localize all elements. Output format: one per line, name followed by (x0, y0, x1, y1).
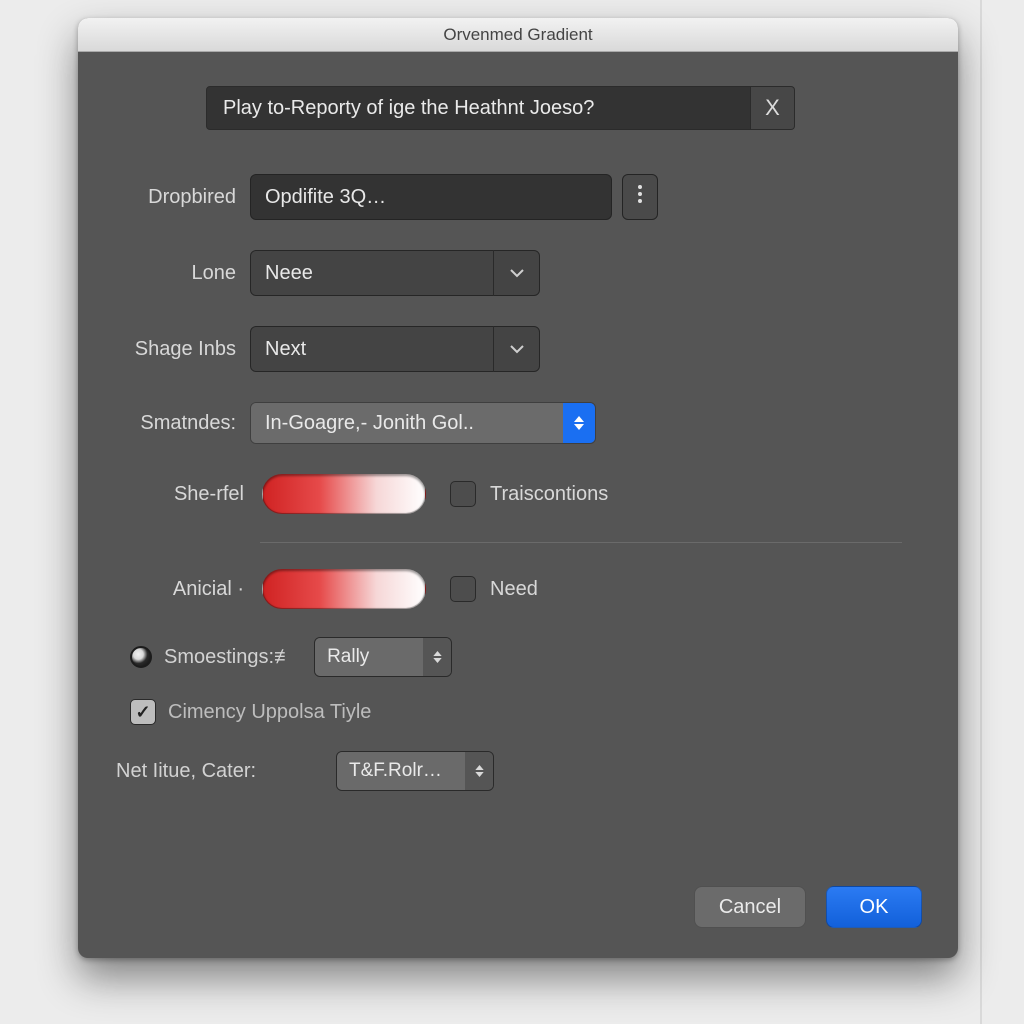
label-smatndes: Smatndes: (110, 412, 250, 435)
cancel-button[interactable]: Cancel (694, 886, 806, 928)
label-netlitue: Net Iitue, Cater: (116, 760, 316, 783)
label-need: Need (490, 578, 538, 601)
header-field[interactable]: Play to-Reporty of ige the Heathnt Joeso… (206, 86, 751, 130)
header-clear-button[interactable]: X (751, 86, 795, 130)
row-netlitue: Net Iitue, Cater: T&F.Rolr… (110, 751, 926, 791)
checkbox-cimency[interactable] (130, 699, 156, 725)
titlebar: Orvenmed Gradient (78, 18, 958, 52)
row-smatndes: Smatndes: In-Goagre,- Jonith Gol.. (110, 402, 926, 444)
checkbox-need[interactable] (450, 576, 476, 602)
row-anicial: Anicial · Need (110, 569, 926, 609)
label-sherfel: She-rfel (110, 483, 262, 506)
input-dropbired[interactable]: Opdifite 3Q… (250, 174, 612, 220)
radio-smoestings[interactable] (130, 646, 152, 668)
select-smoestings[interactable]: Rally (314, 637, 452, 677)
divider (260, 542, 902, 543)
row-lone: Lone Neee (110, 250, 926, 296)
label-dropbired: Dropbired (110, 186, 250, 209)
select-smatndes[interactable]: In-Goagre,- Jonith Gol.. (250, 402, 596, 444)
row-shage: Shage Inbs Next (110, 326, 926, 372)
dialog-footer: Cancel OK (694, 886, 922, 928)
select-smoestings-value: Rally (315, 638, 423, 676)
select-lone[interactable]: Neee (250, 250, 540, 296)
label-cimency: Cimency Uppolsa Tiyle (168, 701, 371, 724)
select-shage[interactable]: Next (250, 326, 540, 372)
dialog-window: Orvenmed Gradient Play to-Reporty of ige… (78, 18, 958, 958)
row-sherfel: She-rfel Traiscontions (110, 474, 926, 514)
row-dropbired: Dropbired Opdifite 3Q… (110, 174, 926, 220)
row-smoestings: Smoestings:≢ Rally (130, 637, 926, 677)
page-guide (980, 0, 982, 1024)
select-netlitue-value: T&F.Rolr… (337, 752, 465, 790)
dialog-body: Play to-Reporty of ige the Heathnt Joeso… (78, 52, 958, 958)
label-lone: Lone (110, 262, 250, 285)
checkbox-traiscontions[interactable] (450, 481, 476, 507)
stepper-icon[interactable] (563, 403, 595, 443)
dropbired-more-button[interactable] (622, 174, 658, 220)
select-netlitue[interactable]: T&F.Rolr… (336, 751, 494, 791)
window-title: Orvenmed Gradient (443, 25, 592, 45)
stepper-icon[interactable] (465, 752, 493, 790)
input-dropbired-text: Opdifite 3Q… (265, 186, 386, 209)
close-icon: X (765, 95, 780, 121)
select-shage-value: Next (251, 338, 493, 361)
row-cimency: Cimency Uppolsa Tiyle (130, 699, 926, 725)
label-traiscontions: Traiscontions (490, 483, 608, 506)
select-lone-value: Neee (251, 262, 493, 285)
ok-button[interactable]: OK (826, 886, 922, 928)
select-smatndes-value: In-Goagre,- Jonith Gol.. (251, 403, 563, 443)
swatch-anicial[interactable] (262, 569, 426, 609)
label-smoestings: Smoestings:≢ (164, 646, 294, 669)
header-row: Play to-Reporty of ige the Heathnt Joeso… (206, 86, 926, 130)
header-field-text: Play to-Reporty of ige the Heathnt Joeso… (223, 97, 594, 120)
kebab-icon (637, 184, 643, 210)
chevron-down-icon (493, 326, 539, 372)
label-shage: Shage Inbs (110, 338, 250, 361)
stepper-icon[interactable] (423, 638, 451, 676)
swatch-sherfel[interactable] (262, 474, 426, 514)
label-anicial: Anicial · (110, 578, 262, 601)
chevron-down-icon (493, 250, 539, 296)
